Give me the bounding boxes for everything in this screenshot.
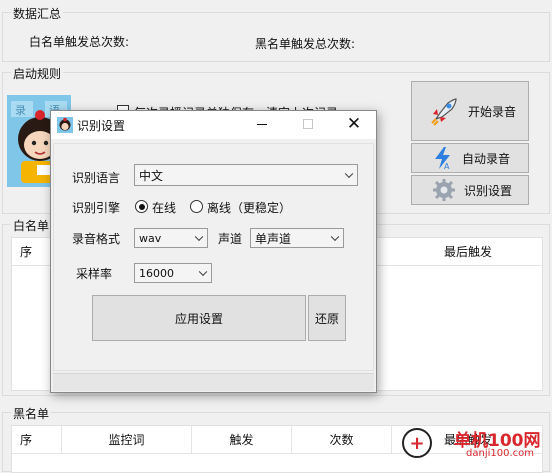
watermark-url: danji100.com [466, 448, 534, 459]
channel-select[interactable]: 单声道 [250, 228, 344, 248]
blacklist-total-label: 黑名单触发总次数: [255, 37, 356, 51]
svg-text:A: A [444, 162, 450, 170]
watermark-logo-icon: + [402, 428, 432, 458]
start-recording-button[interactable]: 开始录音 [411, 81, 529, 141]
engine-offline-radio[interactable] [190, 200, 203, 213]
blacklist-col-keyword[interactable]: 监控词 [62, 426, 192, 453]
start-recording-label: 开始录音 [468, 104, 517, 119]
auto-recording-label: 自动录音 [462, 151, 511, 166]
blacklist-col-count[interactable]: 次数 [292, 426, 392, 453]
whitelist-col-index[interactable]: 序 [12, 238, 52, 265]
svg-text:录: 录 [15, 104, 26, 117]
engine-label: 识别引擎 [72, 201, 121, 215]
summary-group: 数据汇总 白名单触发总次数: 黑名单触发总次数: [2, 5, 550, 62]
recognition-settings-label: 识别设置 [464, 183, 513, 198]
whitelist-col-last-trigger[interactable]: 最后触发 [392, 238, 544, 265]
summary-title: 数据汇总 [11, 5, 64, 22]
engine-online-label[interactable]: 在线 [152, 199, 176, 216]
chevron-down-icon [344, 169, 354, 179]
chevron-down-icon [198, 267, 208, 277]
recognition-settings-dialog: 识别设置 ✕ 识别语言 中文 识别引擎 在线 离线（更稳定） 录音格式 wav … [50, 110, 377, 393]
maximize-button[interactable] [303, 119, 313, 129]
chevron-down-icon [330, 232, 340, 242]
lightning-icon: A [432, 146, 454, 171]
startup-title: 启动规则 [11, 65, 64, 82]
dialog-titlebar[interactable]: 识别设置 ✕ [51, 111, 376, 139]
restore-button[interactable]: 还原 [308, 295, 346, 341]
language-label: 识别语言 [72, 171, 121, 185]
rocket-icon [428, 95, 460, 127]
app-icon [57, 117, 73, 133]
whitelist-total-label: 白名单触发总次数: [29, 35, 130, 49]
blacklist-title: 黑名单 [11, 405, 52, 422]
dialog-status-strip [53, 373, 374, 391]
auto-recording-button[interactable]: A 自动录音 [411, 143, 529, 173]
format-select[interactable]: wav [134, 228, 208, 248]
format-label: 录音格式 [72, 232, 121, 246]
site-watermark: + 单机100网 danji100.com [402, 426, 552, 464]
whitelist-title: 白名单 [11, 217, 52, 234]
language-select[interactable]: 中文 [134, 164, 358, 186]
close-button[interactable]: ✕ [344, 113, 364, 135]
channel-label: 声道 [218, 232, 243, 246]
apply-settings-button[interactable]: 应用设置 [92, 295, 306, 341]
engine-offline-label[interactable]: 离线（更稳定） [207, 199, 291, 216]
dialog-panel: 识别语言 中文 识别引擎 在线 离线（更稳定） 录音格式 wav 声道 单声道 … [53, 143, 374, 371]
engine-online-radio[interactable] [135, 200, 148, 213]
rate-select[interactable]: 16000 [134, 263, 212, 283]
recognition-settings-button[interactable]: 识别设置 [411, 175, 529, 205]
blacklist-col-index[interactable]: 序 [12, 426, 62, 453]
minimize-button[interactable] [257, 124, 267, 125]
dialog-title: 识别设置 [77, 119, 126, 133]
blacklist-col-trigger[interactable]: 触发 [192, 426, 292, 453]
rate-label: 采样率 [76, 267, 113, 281]
gear-icon [432, 178, 456, 202]
chevron-down-icon [194, 232, 204, 242]
